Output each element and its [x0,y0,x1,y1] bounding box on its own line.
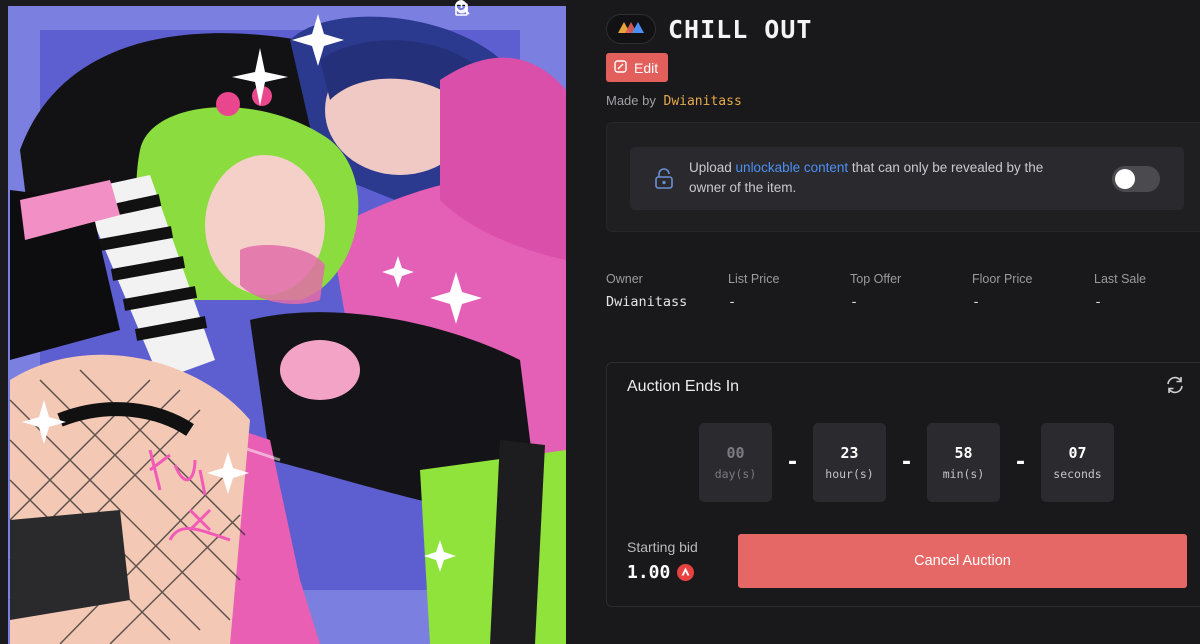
artwork-illustration [0,0,566,644]
countdown-hours: 23 hour(s) [813,423,886,502]
stat-last-sale: Last Sale - [1094,272,1200,310]
avax-icon [677,564,695,581]
stat-top-offer: Top Offer - [850,272,972,310]
zoom-icon[interactable] [455,0,504,16]
edit-icon [614,59,627,76]
countdown-separator: - [785,450,800,475]
countdown-seconds: 07 seconds [1041,423,1114,502]
unlockable-content-link[interactable]: unlockable content [736,160,849,175]
stat-label: List Price [728,272,780,286]
stat-owner: Owner Dwianitass [606,272,728,310]
starting-bid: 1.00 [627,562,695,583]
unlockable-toggle[interactable] [1112,166,1160,192]
countdown-separator: - [1013,450,1028,475]
countdown-unit: hour(s) [825,467,874,481]
item-details-panel: CHILL OUT Edit Made by Dwianitass Upload… [566,0,1200,644]
creator-link[interactable]: Dwianitass [664,94,742,109]
stat-label: Floor Price [972,272,1033,286]
edit-label: Edit [634,59,659,76]
countdown-value: 58 [954,444,973,462]
stat-value: - [850,294,859,310]
made-by-prefix: Made by [606,93,656,108]
owner-link[interactable]: Dwianitass [606,294,728,310]
title-row: CHILL OUT [606,14,812,44]
stat-value: - [972,294,981,310]
item-title: CHILL OUT [668,14,813,44]
stat-value: - [728,294,737,310]
triangle-chain-icon [616,20,646,39]
cancel-auction-button[interactable]: Cancel Auction [738,534,1187,588]
made-by: Made by Dwianitass [606,93,742,109]
toggle-knob [1115,169,1135,189]
unlock-text-before: Upload [689,160,736,175]
stat-list-price: List Price - [728,272,850,310]
stat-label: Owner [606,272,643,286]
starting-bid-label: Starting bid [627,539,698,555]
unlockable-row: Upload unlockable content that can only … [630,147,1184,210]
countdown-separator: - [899,450,914,475]
countdown-value: 07 [1068,444,1087,462]
artwork-toolbar [452,0,552,18]
stat-label: Top Offer [850,272,902,286]
stat-label: Last Sale [1094,272,1147,286]
refresh-icon[interactable] [1164,374,1186,396]
item-stats: Owner Dwianitass List Price - Top Offer … [606,272,1200,310]
nft-artwork[interactable] [0,0,566,644]
edit-button[interactable]: Edit [606,53,669,82]
share-icon[interactable] [455,0,536,16]
auction-title: Auction Ends In [627,378,740,395]
countdown-unit: min(s) [942,467,985,481]
countdown-value: 00 [726,444,745,462]
unlock-icon [652,168,676,190]
countdown-minutes: 58 min(s) [927,423,1000,502]
starting-bid-value: 1.00 [627,562,671,583]
unlockable-card: Upload unlockable content that can only … [606,122,1200,232]
countdown-unit: day(s) [714,467,757,481]
stat-floor-price: Floor Price - [972,272,1094,310]
countdown-unit: seconds [1053,467,1102,481]
auction-countdown: 00 day(s) - 23 hour(s) - 58 min(s) - 07 … [699,423,1114,502]
countdown-value: 23 [840,444,859,462]
chain-badge [606,14,656,44]
countdown-days: 00 day(s) [699,423,772,502]
unlockable-description: Upload unlockable content that can only … [689,158,1079,198]
auction-card: Auction Ends In 00 day(s) - 23 hour(s) -… [606,362,1200,607]
stat-value: - [1094,294,1103,310]
